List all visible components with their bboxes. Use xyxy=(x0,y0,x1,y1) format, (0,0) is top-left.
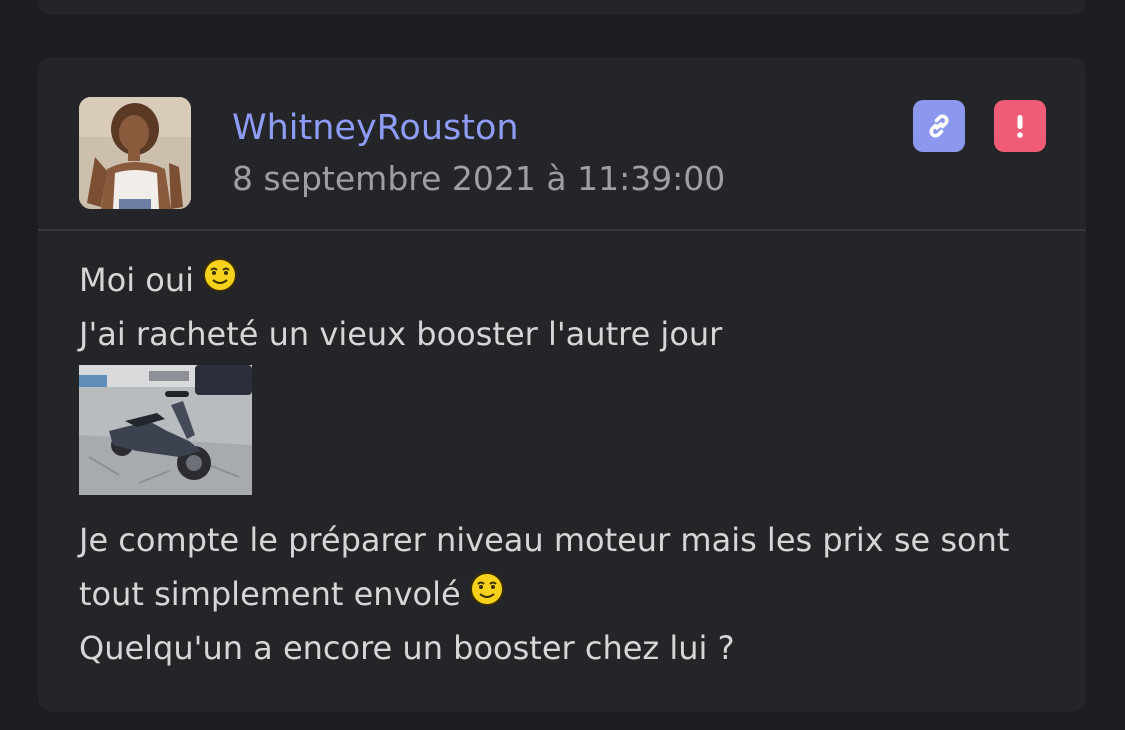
report-button[interactable] xyxy=(994,100,1046,152)
post-line: J'ai racheté un vieux booster l'autre jo… xyxy=(79,315,723,353)
post-line: Quelqu'un a encore un booster chez lui ? xyxy=(79,629,735,667)
post-card: WhitneyRouston 8 septembre 2021 à 11:39:… xyxy=(38,57,1086,712)
permalink-button[interactable] xyxy=(913,100,965,152)
smiley-emoji-icon xyxy=(469,572,504,606)
smiley-emoji-icon xyxy=(203,258,237,292)
post-line: tout simplement envolé xyxy=(79,567,1045,621)
post-header: WhitneyRouston 8 septembre 2021 à 11:39:… xyxy=(38,57,1086,231)
post-line: Moi oui xyxy=(79,253,1045,307)
post-text: Moi oui xyxy=(79,261,194,299)
previous-post-card xyxy=(38,0,1086,15)
post-body: Moi oui J'ai racheté un vieux booster l'… xyxy=(38,231,1086,675)
post-date: 8 septembre 2021 à 11:39:00 xyxy=(232,159,726,198)
author-name[interactable]: WhitneyRouston xyxy=(232,107,519,149)
exclamation-icon xyxy=(1017,115,1023,138)
avatar[interactable] xyxy=(79,97,191,209)
avatar-image xyxy=(79,97,191,209)
post-line: Je compte le préparer niveau moteur mais… xyxy=(79,521,1010,559)
scooter-photo[interactable] xyxy=(79,365,252,495)
post-text: tout simplement envolé xyxy=(79,575,461,613)
link-icon xyxy=(929,114,949,138)
